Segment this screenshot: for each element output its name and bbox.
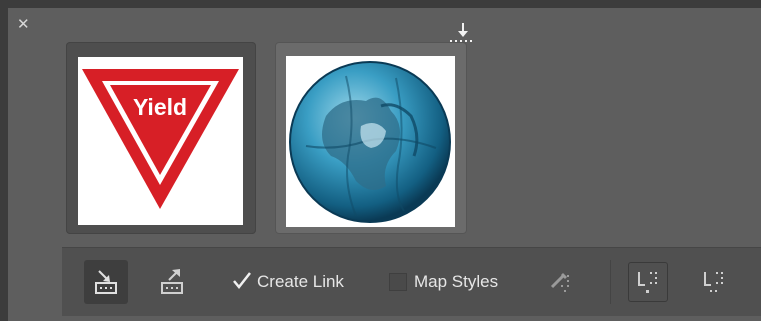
place-content-button[interactable] [84,260,128,304]
create-link-checkbox[interactable]: Create Link [232,271,344,293]
toolbar-separator [610,260,611,304]
frame-fit-button[interactable] [628,262,668,302]
frame-fill-icon [704,272,723,292]
yield-sign-graphic: Yield [82,69,239,209]
checkmark-icon [233,272,251,289]
frame-fit-icon [638,272,657,293]
close-icon[interactable]: ✕ [17,17,30,32]
frame-fill-button[interactable] [692,260,736,304]
yield-sign-image: Yield [78,57,243,225]
map-styles-label: Map Styles [414,272,499,291]
create-link-label: Create Link [257,272,344,291]
globe-graphic [289,61,451,223]
globe-image [286,56,455,227]
map-styles-box[interactable] [389,273,407,291]
edit-link-icon [550,273,569,292]
thumbnail-yield-sign[interactable]: Yield [66,42,256,234]
create-link-box[interactable] [232,272,251,291]
map-styles-checkbox[interactable]: Map Styles [389,271,498,293]
place-and-link-icon [161,269,183,294]
place-and-link-button[interactable] [150,260,194,304]
edit-link-button[interactable] [540,260,584,304]
window-frame: ✕ Yield Create Link Map Styles [0,0,761,321]
place-content-icon [95,270,117,294]
conveyor-toolbar: Create Link Map Styles [62,247,761,316]
yield-sign-text: Yield [133,94,187,120]
thumbnail-globe[interactable] [275,42,467,234]
